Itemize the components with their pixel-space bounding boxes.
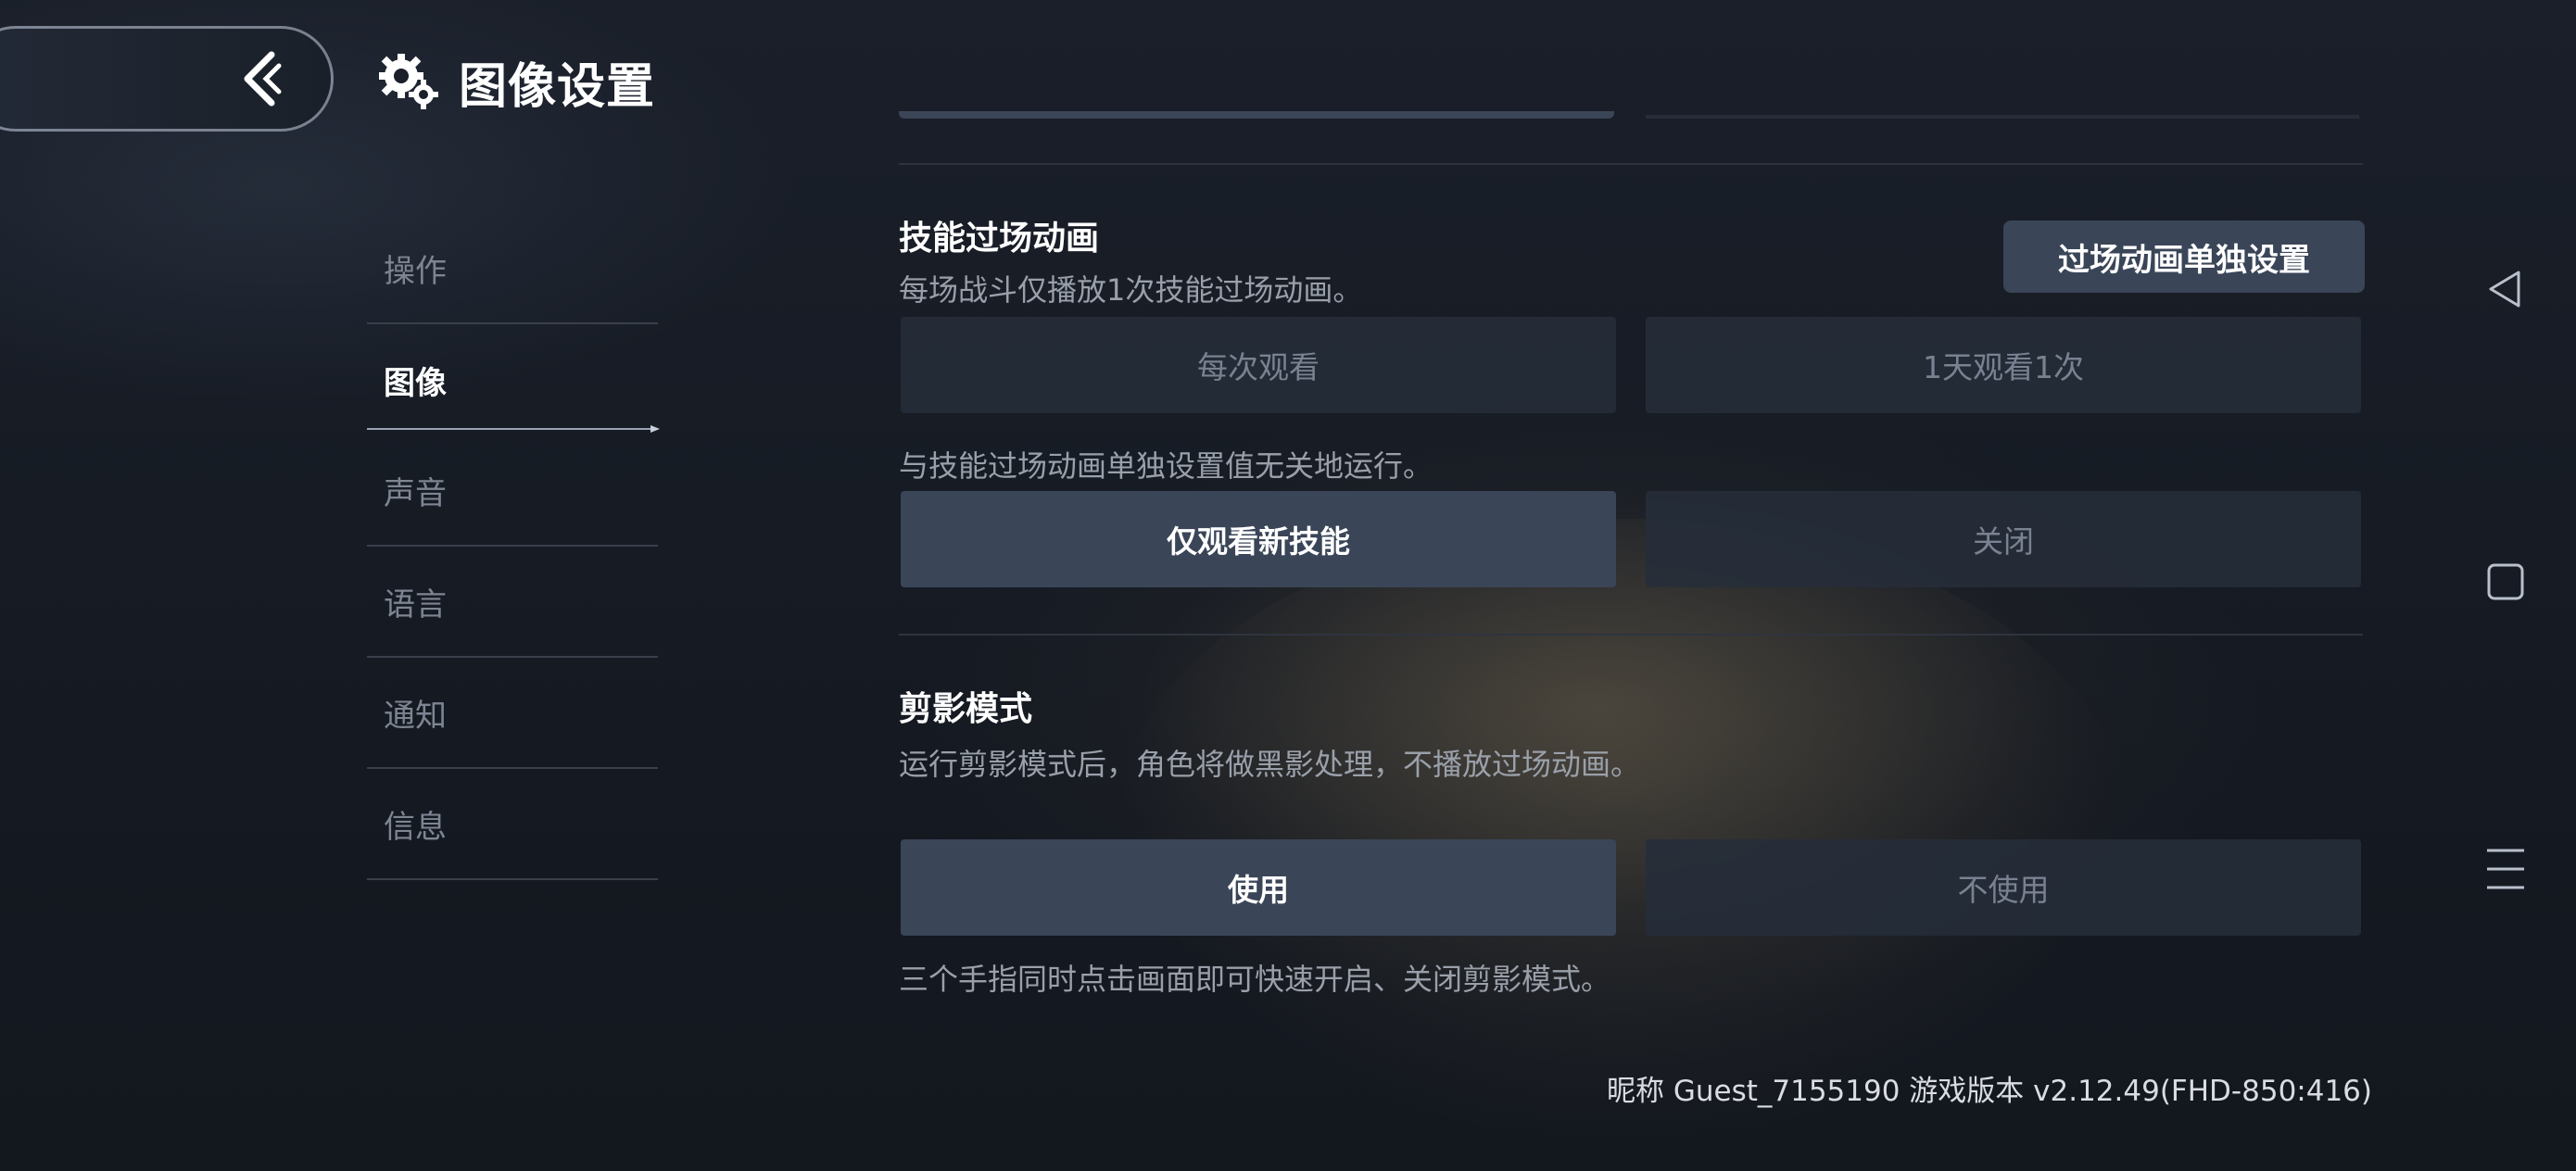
- sidebar-item-label: 声音: [384, 474, 447, 512]
- active-indicator: [367, 425, 660, 433]
- section-divider: [899, 163, 2363, 165]
- sidebar-item-graphics[interactable]: 图像: [367, 324, 660, 435]
- page-title: 图像设置: [459, 58, 656, 115]
- section-divider: [899, 634, 2363, 636]
- menu-icon[interactable]: [2483, 847, 2528, 891]
- option-off-button[interactable]: 关闭: [1646, 491, 2361, 587]
- page-header: 图像设置: [375, 44, 655, 119]
- sidebar-item-language[interactable]: 语言: [367, 547, 658, 658]
- silhouette-not-use-button[interactable]: 不使用: [1646, 839, 2361, 936]
- sidebar-item-label: 信息: [384, 808, 447, 846]
- sidebar-item-label: 通知: [384, 697, 447, 735]
- square-home-icon[interactable]: [2483, 560, 2528, 604]
- sidebar-item-sound[interactable]: 声音: [367, 435, 658, 547]
- back-button[interactable]: [0, 26, 334, 132]
- sidebar-item-label: 语言: [384, 586, 447, 623]
- gear-icon: [379, 54, 438, 109]
- sidebar-item-controls[interactable]: 操作: [367, 213, 658, 324]
- cutscene-separate-settings-button[interactable]: 过场动画单独设置: [2003, 220, 2365, 293]
- skill-cutscene-title: 技能过场动画: [899, 220, 1100, 258]
- option-once-per-day-button[interactable]: 1天观看1次: [1646, 317, 2361, 413]
- silhouette-mode-description: 运行剪影模式后，角色将做黑影处理，不播放过场动画。: [899, 747, 1641, 782]
- triangle-back-icon[interactable]: [2483, 267, 2528, 311]
- previous-option-bar: [899, 111, 1614, 119]
- previous-option-bar: [1646, 115, 2359, 119]
- settings-content: 技能过场动画 每场战斗仅播放1次技能过场动画。 过场动画单独设置 每次观看 1天…: [899, 0, 2365, 1171]
- option-new-skills-only-button[interactable]: 仅观看新技能: [901, 491, 1616, 587]
- sidebar-item-label: 图像: [384, 364, 447, 402]
- skill-cutscene-description: 每场战斗仅播放1次技能过场动画。: [899, 272, 1363, 308]
- silhouette-mode-hint: 三个手指同时点击画面即可快速开启、关闭剪影模式。: [899, 962, 1611, 997]
- sidebar-item-notifications[interactable]: 通知: [367, 658, 658, 769]
- sidebar-item-label: 操作: [384, 252, 447, 290]
- sidebar-item-info[interactable]: 信息: [367, 769, 658, 880]
- chevron-left-icon: [244, 51, 282, 107]
- silhouette-use-button[interactable]: 使用: [901, 839, 1616, 936]
- version-info: 昵称 Guest_7155190 游戏版本 v2.12.49(FHD-850:4…: [1606, 1075, 2372, 1108]
- sidebar-nav: 操作 图像 声音 语言 通知 信息: [367, 213, 660, 880]
- silhouette-mode-title: 剪影模式: [899, 690, 1033, 728]
- option-every-time-button[interactable]: 每次观看: [901, 317, 1616, 413]
- skill-cutscene-note: 与技能过场动画单独设置值无关地运行。: [899, 448, 1433, 484]
